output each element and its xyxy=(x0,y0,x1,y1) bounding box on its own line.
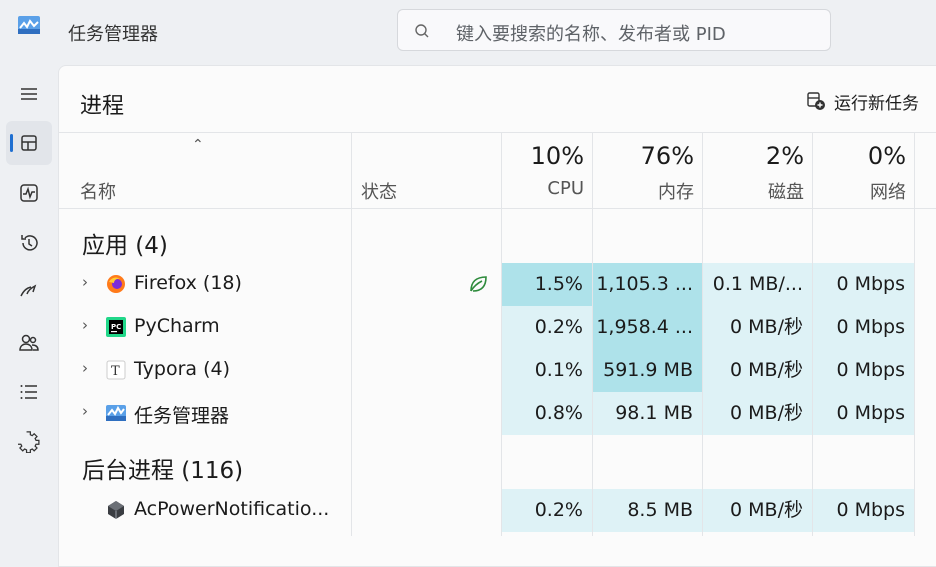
acpower-icon xyxy=(108,501,124,519)
users-icon xyxy=(19,334,39,351)
memory-total-percent[interactable]: 76% xyxy=(593,142,694,170)
process-name[interactable]: Typora (4) xyxy=(134,358,230,380)
app-title: 任务管理器 xyxy=(68,24,158,45)
nav-users[interactable] xyxy=(0,320,58,364)
process-name[interactable]: PyCharm xyxy=(134,315,220,337)
memory-cell: 1,105.3 ... xyxy=(593,263,702,306)
cpu-cell: 0.1% xyxy=(502,349,592,392)
performance-icon xyxy=(20,184,38,202)
efficiency-mode-leaf-icon xyxy=(470,276,487,292)
nav-app-history[interactable] xyxy=(0,221,58,265)
svg-text:T: T xyxy=(111,364,120,379)
details-icon xyxy=(20,385,37,399)
column-header-network[interactable]: 网络 xyxy=(813,178,906,204)
memory-cell: 8.5 MB xyxy=(593,489,702,532)
nav-details[interactable] xyxy=(0,370,58,414)
network-cell: 0 Mbps xyxy=(813,263,914,306)
nav-startup-apps[interactable] xyxy=(0,270,58,314)
expand-chevron-icon[interactable]: › xyxy=(82,273,88,291)
column-header-status[interactable]: 状态 xyxy=(361,178,397,204)
run-new-task-button[interactable]: 运行新任务 xyxy=(806,88,919,114)
header-divider xyxy=(58,132,936,133)
sort-ascending-icon: ⌃ xyxy=(192,137,204,153)
cpu-total-percent[interactable]: 10% xyxy=(502,142,584,170)
startup-apps-icon xyxy=(20,284,37,297)
column-header-memory[interactable]: 内存 xyxy=(593,178,694,204)
search-input[interactable]: 键入要搜索的名称、发布者或 PID xyxy=(456,20,726,46)
expand-chevron-icon[interactable]: › xyxy=(82,316,88,334)
network-cell: 0 Mbps xyxy=(813,489,914,532)
run-new-task-label: 运行新任务 xyxy=(834,93,919,114)
group-header-apps[interactable]: 应用 (4) xyxy=(82,226,168,260)
hamburger-menu-button[interactable] xyxy=(0,72,58,116)
memory-cell: 1,958.4 ... xyxy=(593,306,702,349)
expand-chevron-icon[interactable]: › xyxy=(82,402,88,420)
disk-cell: 0 MB/秒 xyxy=(703,392,812,435)
expand-chevron-icon[interactable]: › xyxy=(82,359,88,377)
columns-divider xyxy=(58,208,936,209)
search-icon xyxy=(415,24,429,38)
app-history-icon xyxy=(21,235,38,251)
network-cell: 0 Mbps xyxy=(813,392,914,435)
column-divider xyxy=(351,133,352,536)
cpu-cell: 1.5% xyxy=(502,263,592,306)
task-manager-app-icon xyxy=(18,16,40,34)
process-name[interactable]: 任务管理器 xyxy=(134,401,229,428)
search-box[interactable]: 键入要搜索的名称、发布者或 PID xyxy=(397,9,831,51)
task-manager-icon xyxy=(106,405,126,421)
page-title: 进程 xyxy=(80,94,125,119)
typora-icon: T xyxy=(106,360,126,380)
disk-cell: 0 MB/秒 xyxy=(703,489,812,532)
nav-performance[interactable] xyxy=(0,171,58,215)
network-cell: 0 Mbps xyxy=(813,306,914,349)
processes-icon xyxy=(21,135,37,151)
disk-total-percent[interactable]: 2% xyxy=(703,142,804,170)
column-header-cpu[interactable]: CPU xyxy=(502,178,584,199)
network-total-percent[interactable]: 0% xyxy=(813,142,906,170)
group-header-background[interactable]: 后台进程 (116) xyxy=(82,451,243,485)
cpu-cell: 0.8% xyxy=(502,392,592,435)
disk-cell: 0 MB/秒 xyxy=(703,306,812,349)
services-icon xyxy=(18,431,40,453)
disk-cell: 0.1 MB/... xyxy=(703,263,812,306)
disk-cell: 0 MB/秒 xyxy=(703,349,812,392)
memory-cell: 98.1 MB xyxy=(593,392,702,435)
cpu-cell: 0.2% xyxy=(502,306,592,349)
column-header-name[interactable]: 名称 xyxy=(80,178,116,204)
pycharm-icon: PC xyxy=(106,317,126,337)
svg-text:PC: PC xyxy=(111,323,121,331)
firefox-icon xyxy=(107,275,125,293)
process-name[interactable]: Firefox (18) xyxy=(134,272,242,294)
nav-services[interactable] xyxy=(0,420,58,464)
memory-cell: 591.9 MB xyxy=(593,349,702,392)
hamburger-menu-icon xyxy=(21,88,37,100)
cpu-cell: 0.2% xyxy=(502,489,592,532)
column-divider xyxy=(914,133,915,536)
process-name[interactable]: AcPowerNotificatio... xyxy=(134,498,329,520)
nav-processes[interactable] xyxy=(6,121,52,165)
network-cell: 0 Mbps xyxy=(813,349,914,392)
column-header-disk[interactable]: 磁盘 xyxy=(703,178,804,204)
run-new-task-icon xyxy=(807,92,825,110)
